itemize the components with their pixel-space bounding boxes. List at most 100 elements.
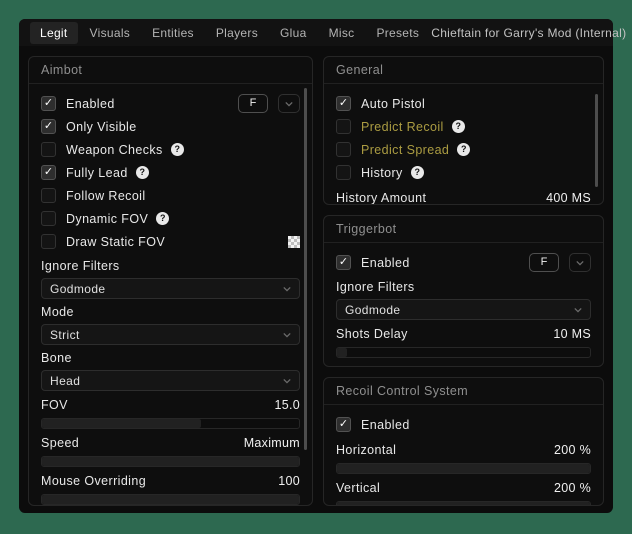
history-checkbox[interactable] <box>336 165 351 180</box>
predict-spread-row: Predict Spread ? <box>336 138 591 161</box>
fully-lead-checkbox[interactable] <box>41 165 56 180</box>
dynamic-fov-checkbox[interactable] <box>41 211 56 226</box>
aimbot-keybind-button[interactable]: F <box>238 94 268 113</box>
help-icon[interactable]: ? <box>156 212 169 225</box>
fov-value: 15.0 <box>274 398 300 412</box>
tab-glua[interactable]: Glua <box>270 22 317 44</box>
vertical-slider[interactable] <box>336 501 591 506</box>
aimbot-scrollbar[interactable] <box>304 88 307 450</box>
aimbot-keybind-mode-button[interactable] <box>278 94 300 113</box>
rcs-panel: Recoil Control System Enabled Horizontal… <box>323 377 604 506</box>
only-visible-checkbox[interactable] <box>41 119 56 134</box>
general-scrollbar[interactable] <box>595 94 598 187</box>
triggerbot-panel: Triggerbot Enabled F Ignore Filters God <box>323 215 604 367</box>
rcs-enabled-checkbox[interactable] <box>336 417 351 432</box>
vertical-value: 200 % <box>554 481 591 495</box>
triggerbot-ignore-filters-select[interactable]: Godmode <box>336 299 591 320</box>
fully-lead-row: Fully Lead ? <box>41 161 300 184</box>
main-content: Aimbot Enabled F Only Visible Weapon <box>19 46 613 513</box>
tab-misc[interactable]: Misc <box>319 22 365 44</box>
triggerbot-enabled-label: Enabled <box>361 256 410 270</box>
triggerbot-keybind-button[interactable]: F <box>529 253 559 272</box>
vertical-label: Vertical <box>336 481 380 495</box>
slider-fill <box>337 348 347 357</box>
chevron-down-icon <box>283 285 291 293</box>
aimbot-enabled-checkbox[interactable] <box>41 96 56 111</box>
triggerbot-ignore-filters-value: Godmode <box>345 303 401 317</box>
aimbot-header: Aimbot <box>29 57 312 84</box>
predict-spread-label: Predict Spread <box>361 143 449 157</box>
shots-delay-group: Shots Delay 10 MS <box>336 327 591 358</box>
draw-static-fov-row: Draw Static FOV <box>41 230 300 253</box>
shots-delay-slider[interactable] <box>336 347 591 358</box>
history-row: History ? <box>336 161 591 184</box>
auto-pistol-label: Auto Pistol <box>361 97 425 111</box>
ignore-filters-field: Ignore Filters Godmode <box>41 259 300 299</box>
help-icon[interactable]: ? <box>457 143 470 156</box>
triggerbot-enabled-row: Enabled F <box>336 251 591 274</box>
ignore-filters-select[interactable]: Godmode <box>41 278 300 299</box>
auto-pistol-checkbox[interactable] <box>336 96 351 111</box>
fov-slider[interactable] <box>41 418 300 429</box>
predict-spread-checkbox[interactable] <box>336 142 351 157</box>
help-icon[interactable]: ? <box>136 166 149 179</box>
mouse-overriding-slider[interactable] <box>41 494 300 505</box>
mouse-overriding-slider-group: Mouse Overriding 100 <box>41 474 300 505</box>
horizontal-label: Horizontal <box>336 443 396 457</box>
color-picker-swatch[interactable] <box>288 236 300 248</box>
speed-slider[interactable] <box>41 456 300 467</box>
triggerbot-header: Triggerbot <box>324 216 603 243</box>
enabled-row: Enabled F <box>41 92 300 115</box>
horizontal-slider[interactable] <box>336 463 591 474</box>
predict-recoil-label: Predict Recoil <box>361 120 444 134</box>
bone-select[interactable]: Head <box>41 370 300 391</box>
window-title: Chieftain for Garry's Mod (Internal) <box>431 26 626 40</box>
app-window: Legit Visuals Entities Players Glua Misc… <box>19 19 613 513</box>
chevron-down-icon <box>283 377 291 385</box>
triggerbot-enabled-checkbox[interactable] <box>336 255 351 270</box>
horizontal-value: 200 % <box>554 443 591 457</box>
aimbot-enabled-label: Enabled <box>66 97 115 111</box>
triggerbot-keybind-mode-button[interactable] <box>569 253 591 272</box>
bone-value: Head <box>50 374 80 388</box>
chevron-down-icon <box>285 100 293 108</box>
auto-pistol-row: Auto Pistol <box>336 92 591 115</box>
weapon-checks-checkbox[interactable] <box>41 142 56 157</box>
general-header: General <box>324 57 603 84</box>
tab-visuals[interactable]: Visuals <box>80 22 141 44</box>
shots-delay-label: Shots Delay <box>336 327 408 341</box>
mode-field: Mode Strict <box>41 305 300 345</box>
ignore-filters-value: Godmode <box>50 282 106 296</box>
dynamic-fov-row: Dynamic FOV ? <box>41 207 300 230</box>
help-icon[interactable]: ? <box>411 166 424 179</box>
dynamic-fov-label: Dynamic FOV <box>66 212 148 226</box>
tab-entities[interactable]: Entities <box>142 22 204 44</box>
help-icon[interactable]: ? <box>171 143 184 156</box>
weapon-checks-label: Weapon Checks <box>66 143 163 157</box>
predict-recoil-checkbox[interactable] <box>336 119 351 134</box>
speed-value: Maximum <box>244 436 300 450</box>
ignore-filters-label: Ignore Filters <box>41 259 300 275</box>
chevron-down-icon <box>574 306 582 314</box>
follow-recoil-checkbox[interactable] <box>41 188 56 203</box>
slider-fill <box>337 464 590 473</box>
fov-label: FOV <box>41 398 68 412</box>
chevron-down-icon <box>576 259 584 267</box>
tab-players[interactable]: Players <box>206 22 268 44</box>
history-amount-group: History Amount 400 MS <box>336 191 591 205</box>
only-visible-row: Only Visible <box>41 115 300 138</box>
tab-presets[interactable]: Presets <box>366 22 429 44</box>
draw-static-fov-checkbox[interactable] <box>41 234 56 249</box>
draw-static-fov-label: Draw Static FOV <box>66 235 165 249</box>
mode-label: Mode <box>41 305 300 321</box>
mode-select[interactable]: Strict <box>41 324 300 345</box>
help-icon[interactable]: ? <box>452 120 465 133</box>
history-amount-value: 400 MS <box>546 191 591 205</box>
weapon-checks-row: Weapon Checks ? <box>41 138 300 161</box>
history-amount-label: History Amount <box>336 191 426 205</box>
fully-lead-label: Fully Lead <box>66 166 128 180</box>
only-visible-label: Only Visible <box>66 120 137 134</box>
slider-fill <box>42 457 299 466</box>
rcs-enabled-label: Enabled <box>361 418 410 432</box>
tab-legit[interactable]: Legit <box>30 22 78 44</box>
